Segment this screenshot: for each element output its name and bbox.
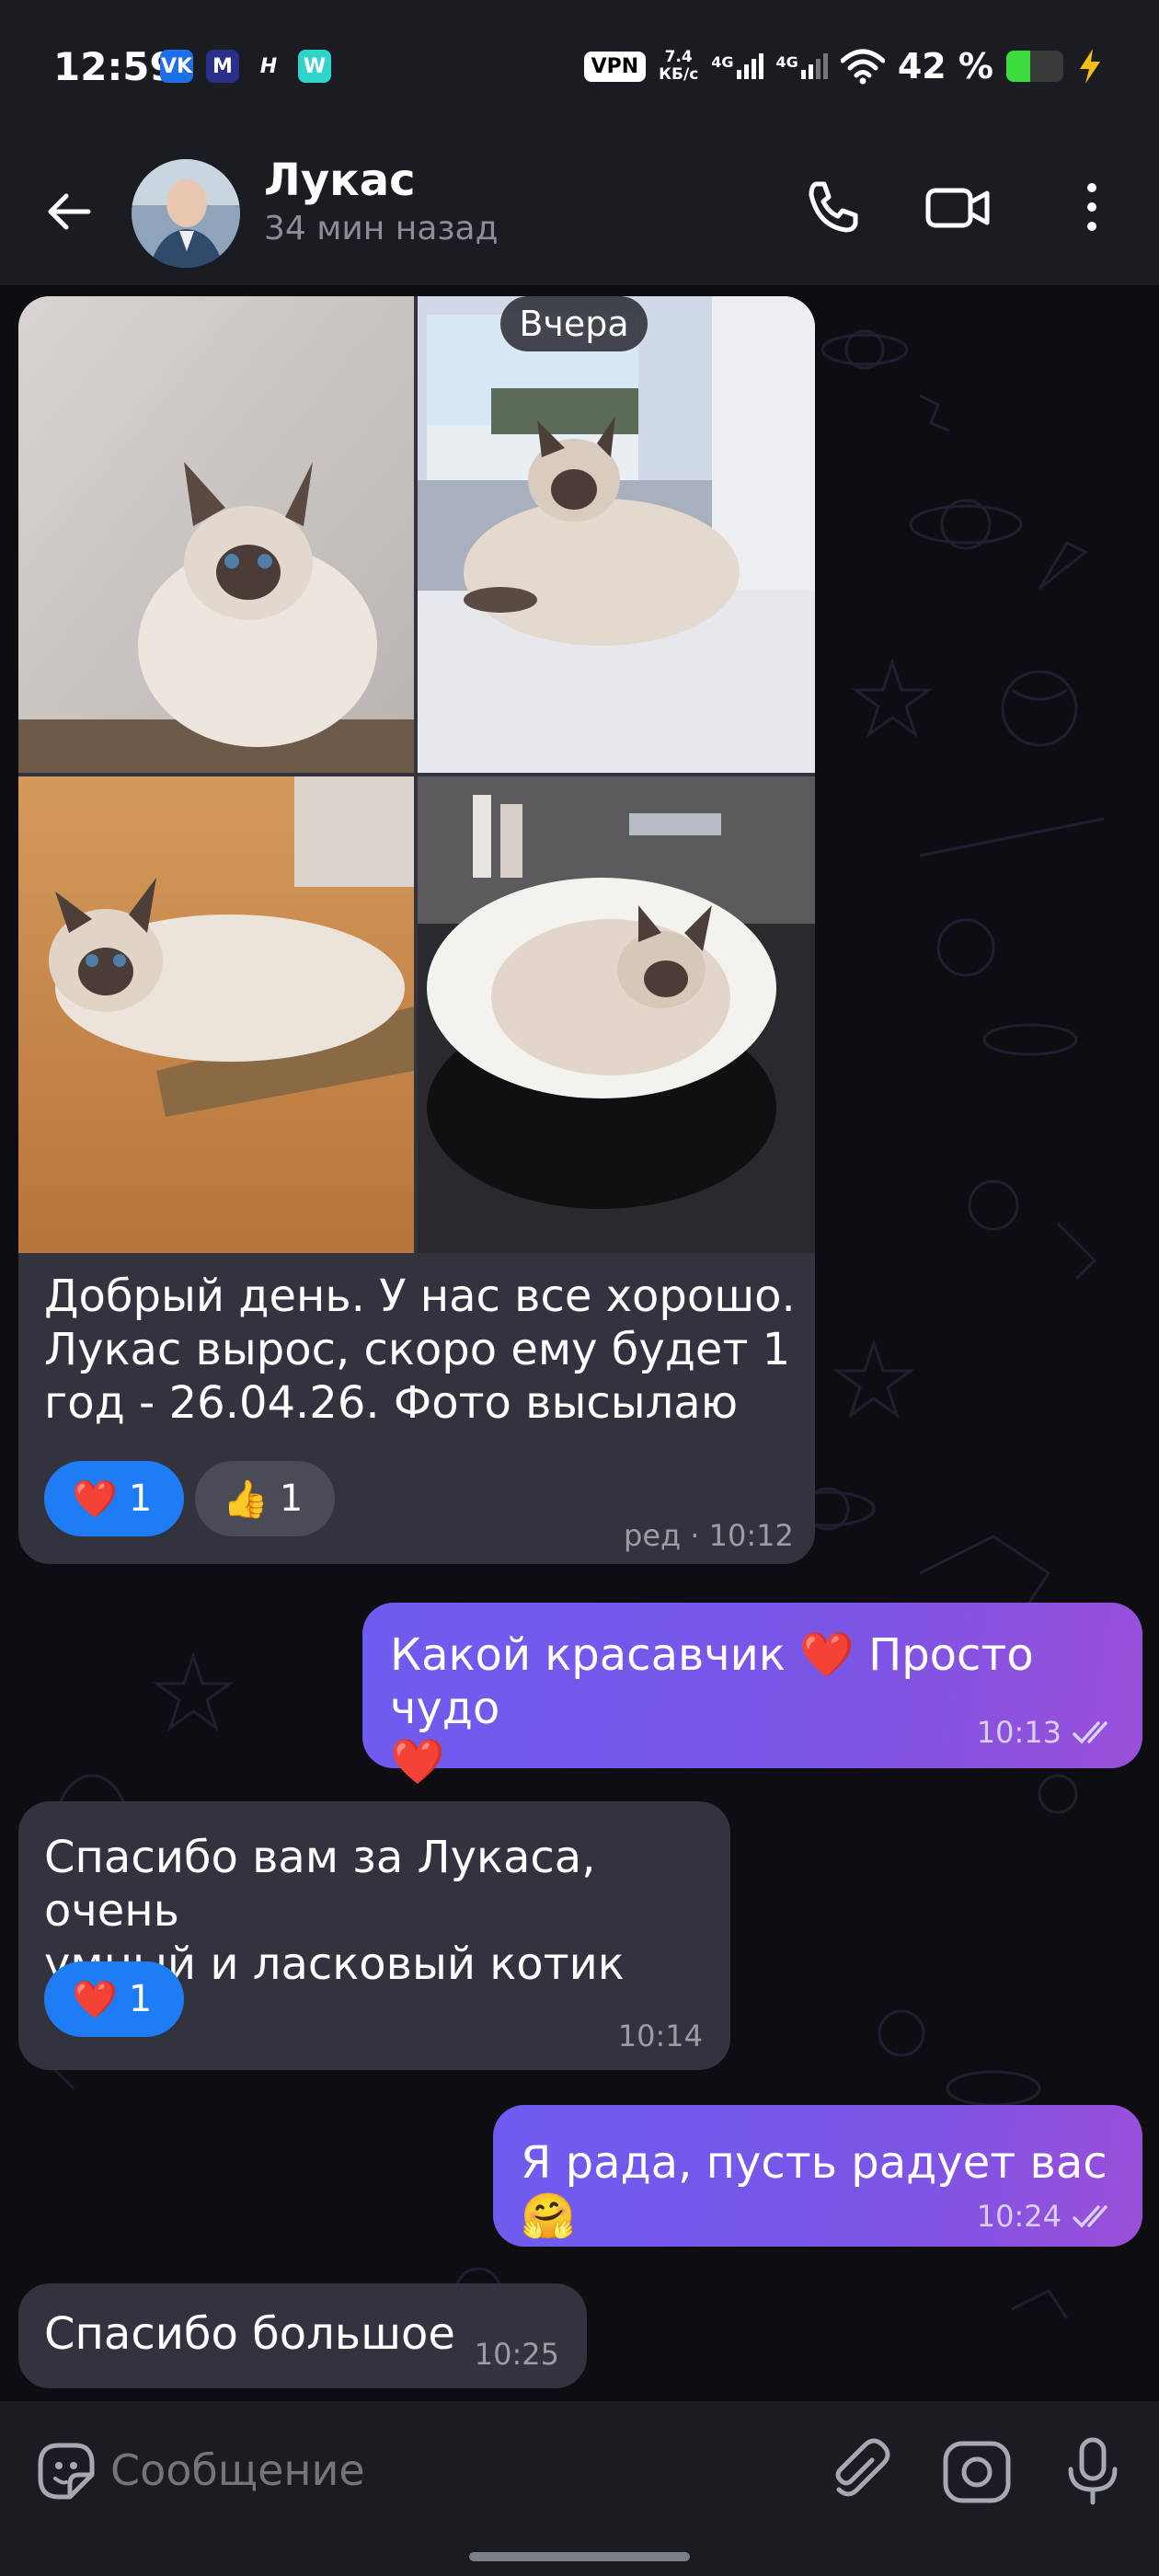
message-line: Спасибо большое [44,2308,455,2360]
chat-area[interactable]: Вчера Добрый день. У нас все хорошо. Лук… [0,285,1159,2401]
message-time: 10:25 [474,2337,559,2372]
status-time: 12:59 [53,44,177,89]
cat-photo-4[interactable] [418,776,815,1253]
message-input[interactable] [110,2429,791,2512]
cat-photo-2[interactable] [418,296,815,773]
reaction-emoji: 👍 [223,1478,269,1521]
phone-icon[interactable] [791,166,874,248]
more-vert-icon[interactable] [1050,166,1133,248]
reaction-count: 1 [279,1478,304,1520]
message-line: год - 26.04.26. Фото высылаю [44,1377,739,1429]
reaction-heart[interactable]: ❤️ 1 [44,1461,184,1536]
message-time: 10:24 [976,2199,1061,2234]
speed-value: 7.4 [664,48,693,66]
reaction-count: 1 [128,1978,153,2020]
battery-icon [1006,51,1063,82]
reaction-thumbs-up[interactable]: 👍 1 [195,1461,335,1536]
incoming-message[interactable]: Спасибо большое 10:25 [18,2283,587,2388]
outgoing-message[interactable]: Я рада, пусть радует вас🤗 10:24 [493,2105,1142,2247]
status-bar: 12:59 VK M H W VPN 7.4 КБ/с 4G 4G 42 % [0,0,1159,138]
news-app-icon: H [259,54,278,78]
message-line: Спасибо вам за Лукаса, очень [44,1832,596,1937]
attach-icon[interactable] [820,2432,898,2510]
vpn-icon: VPN [583,51,647,82]
read-checkmarks-icon [1073,1721,1107,1744]
battery-fill [1006,51,1031,82]
reaction-emoji: ❤️ [72,1978,118,2021]
battery-percent: 42 % [897,46,993,86]
network-type-2: 4G [775,53,798,71]
sticker-icon[interactable] [28,2432,105,2510]
speed-unit: КБ/с [659,65,699,84]
wifi-icon [840,49,885,85]
reaction-count: 1 [128,1478,153,1520]
message-meta: ред · 10:12 [624,1518,794,1553]
cat-photo-1[interactable] [18,296,414,773]
message-time: 10:13 [976,1715,1061,1750]
incoming-message[interactable]: Спасибо вам за Лукаса, очень умный и лас… [18,1801,730,2070]
messenger-app-icon: M [206,50,239,83]
back-arrow-icon[interactable] [37,179,101,244]
photo-album[interactable] [18,296,815,1253]
gesture-handle[interactable] [469,2552,690,2561]
video-call-icon[interactable] [917,166,1000,248]
message-time: 10:14 [617,2018,703,2053]
system-nav-bar [0,2539,1159,2576]
camera-icon[interactable] [938,2432,1016,2510]
reaction-heart[interactable]: ❤️ 1 [44,1961,184,2037]
message-time: 10:12 [708,1518,794,1553]
message-app-icon: W [298,50,331,83]
signal-1-icon: 4G [711,53,763,79]
network-speed: 7.4 КБ/с [659,49,698,84]
status-right-indicators: VPN 7.4 КБ/с 4G 4G 42 % [583,46,1104,86]
message-line: Добрый день. У нас все хорошо. [44,1271,796,1322]
last-seen-status: 34 мин назад [264,210,499,247]
chat-header: Лукас 34 мин назад [0,138,1159,285]
network-type-1: 4G [711,53,734,71]
status-app-icons: VK M H W [160,50,331,83]
read-checkmarks-icon [1073,2205,1107,2228]
message-text: Добрый день. У нас все хорошо. Лукас выр… [44,1270,798,1430]
signal-2-icon: 4G [776,53,828,79]
message-meta: 10:13 [977,1715,1117,1750]
contact-name[interactable]: Лукас [264,155,416,206]
outgoing-message[interactable]: Какой красавчик ❤️ Просто чудо ❤️ 10:13 [362,1603,1142,1788]
reaction-emoji: ❤️ [72,1478,118,1521]
date-divider: Вчера [500,296,648,351]
vk-app-icon: VK [160,50,193,83]
mic-icon[interactable] [1054,2432,1131,2510]
message-meta: 10:24 [977,2199,1117,2234]
separator-dot: · [690,1518,709,1553]
message-input-bar [0,2401,1159,2539]
cat-photo-3[interactable] [18,776,414,1253]
edited-label: ред [624,1518,682,1553]
contact-avatar[interactable] [132,159,240,268]
charging-icon [1080,49,1100,84]
message-line: Лукас вырос, скоро ему будет 1 [44,1324,791,1375]
